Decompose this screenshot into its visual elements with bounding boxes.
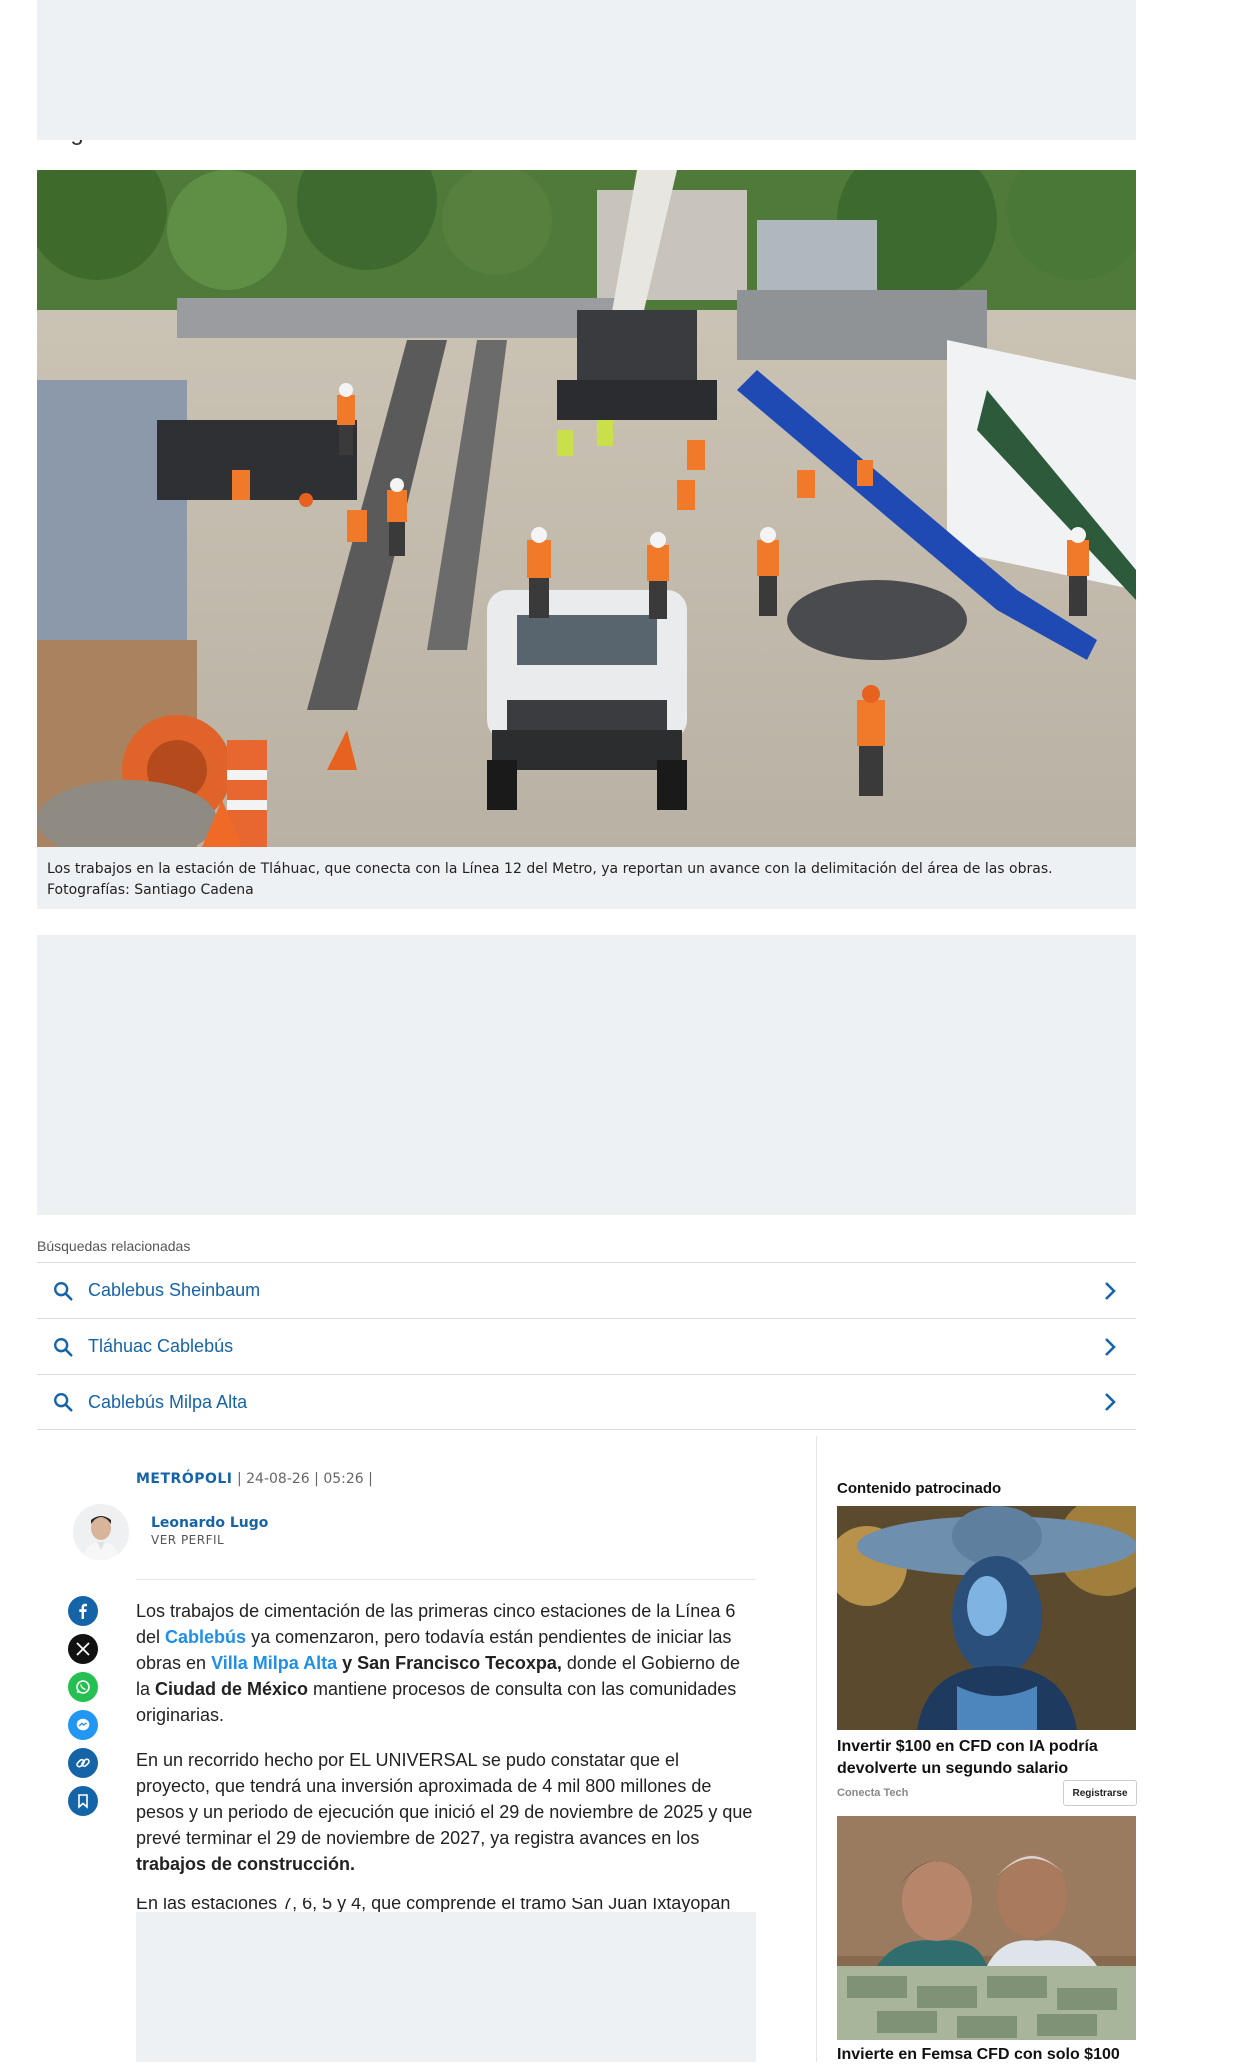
article-meta: METRÓPOLI | 24-08-26 | 05:26 | [136, 1471, 373, 1487]
article-paragraph-cut: En las estaciones 7, 6, 5 y 4, que compr… [136, 1898, 731, 1912]
article-body: Los trabajos de cimentación de las prime… [136, 1598, 756, 1896]
facebook-share-button[interactable] [68, 1596, 98, 1626]
top-ad-slot [37, 0, 1136, 140]
search-icon [54, 1337, 73, 1357]
whatsapp-share-button[interactable] [68, 1672, 98, 1702]
messenger-share-button[interactable] [68, 1710, 98, 1740]
chevron-right-icon [1105, 1281, 1116, 1300]
author-avatar[interactable] [73, 1504, 129, 1560]
x-share-button[interactable] [68, 1634, 98, 1664]
related-search-label: Cablebús Milpa Alta [88, 1391, 248, 1412]
cablebus-link[interactable]: Cablebús [165, 1627, 246, 1647]
sponsored-title: Contenido patrocinado [837, 1480, 1002, 1497]
related-search-item[interactable]: Cablebús Milpa Alta [37, 1374, 1136, 1430]
search-icon [54, 1393, 73, 1412]
sponsored-image[interactable] [837, 1506, 1136, 1730]
photo-caption: Los trabajos en la estación de Tláhuac, … [37, 847, 1136, 909]
column-divider [816, 1436, 817, 2062]
related-searches-title: Búsquedas relacionadas [37, 1238, 191, 1254]
related-search-item[interactable]: Cablebus Sheinbaum [37, 1262, 1136, 1318]
sponsored-headline[interactable]: Invertir $100 en CFD con IA podría devol… [837, 1736, 1136, 1780]
related-search-label: Tláhuac Cablebús [88, 1336, 234, 1356]
sponsored-source: Conecta Tech [837, 1787, 909, 1799]
x-icon [76, 1642, 90, 1656]
chevron-right-icon [1105, 1337, 1116, 1356]
sponsored-image[interactable] [837, 1816, 1136, 2040]
related-searches-list: Cablebus Sheinbaum Tláhuac Cablebús Cabl… [37, 1262, 1136, 1430]
author-name-link[interactable]: Leonardo Lugo [151, 1515, 268, 1531]
sponsored-headline[interactable]: Invierte en Femsa CFD con solo $100 [837, 2044, 1136, 2066]
mid-ad-slot [37, 935, 1136, 1215]
article-paragraph: En un recorrido hecho por EL UNIVERSAL s… [136, 1750, 753, 1874]
messenger-icon [76, 1718, 90, 1731]
villa-milpa-alta-link[interactable]: Villa Milpa Alta [211, 1653, 337, 1673]
whatsapp-icon [76, 1680, 90, 1694]
author-profile-link[interactable]: VER PERFIL [151, 1533, 224, 1547]
article-dateline: | 24-08-26 | 05:26 | [232, 1471, 373, 1487]
register-button[interactable]: Registrarse [1063, 1780, 1137, 1806]
copy-link-button[interactable] [68, 1748, 98, 1778]
chevron-right-icon [1105, 1393, 1116, 1411]
article-paragraph: Los trabajos de cimentación de las prime… [136, 1601, 741, 1725]
article-main-photo [37, 170, 1136, 847]
in-article-ad-slot [136, 1912, 756, 2062]
author-divider [136, 1579, 756, 1580]
link-icon [76, 1758, 90, 1768]
bookmark-button[interactable] [68, 1786, 98, 1816]
facebook-icon [79, 1603, 87, 1619]
bookmark-icon [78, 1794, 88, 1809]
related-search-label: Cablebus Sheinbaum [88, 1280, 261, 1300]
article-section-link[interactable]: METRÓPOLI [136, 1471, 233, 1487]
related-search-item[interactable]: Tláhuac Cablebús [37, 1318, 1136, 1374]
search-icon [54, 1281, 73, 1301]
